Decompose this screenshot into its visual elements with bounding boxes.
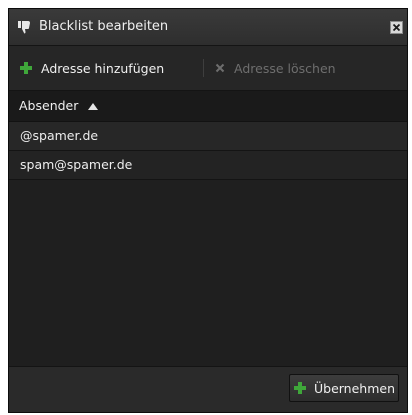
close-button[interactable] <box>390 21 403 34</box>
apply-button[interactable]: Übernehmen <box>289 374 399 402</box>
thumbs-down-icon <box>18 21 30 34</box>
add-address-button[interactable]: Adresse hinzufügen <box>19 46 164 90</box>
x-icon <box>215 63 225 73</box>
grid-empty-area <box>9 180 407 367</box>
sort-ascending-icon <box>88 102 99 110</box>
dialog-title: Blacklist bearbeiten <box>39 19 169 34</box>
toolbar-divider <box>203 59 204 77</box>
grid-header: Absender <box>9 91 407 122</box>
blacklist-dialog: Blacklist bearbeiten Adresse hinzufügen … <box>8 8 408 413</box>
plus-icon <box>293 382 306 394</box>
column-header-sender[interactable]: Absender <box>19 91 99 121</box>
sender-cell: @spamer.de <box>20 128 99 143</box>
delete-address-button[interactable]: Adresse löschen <box>215 46 336 90</box>
toolbar: Adresse hinzufügen Adresse löschen <box>9 46 407 91</box>
table-row[interactable]: spam@spamer.de <box>9 151 407 180</box>
column-header-label: Absender <box>19 98 79 113</box>
dialog-titlebar[interactable]: Blacklist bearbeiten <box>9 9 407 46</box>
plus-icon <box>20 62 32 74</box>
dialog-footer: Übernehmen <box>9 366 407 412</box>
delete-address-label: Adresse löschen <box>234 60 336 76</box>
close-icon <box>392 23 401 32</box>
add-address-label: Adresse hinzufügen <box>41 60 165 76</box>
sender-cell: spam@spamer.de <box>20 157 133 172</box>
grid-rows: @spamer.de spam@spamer.de <box>9 122 407 180</box>
table-row[interactable]: @spamer.de <box>9 122 407 151</box>
apply-label: Übernehmen <box>313 380 396 396</box>
